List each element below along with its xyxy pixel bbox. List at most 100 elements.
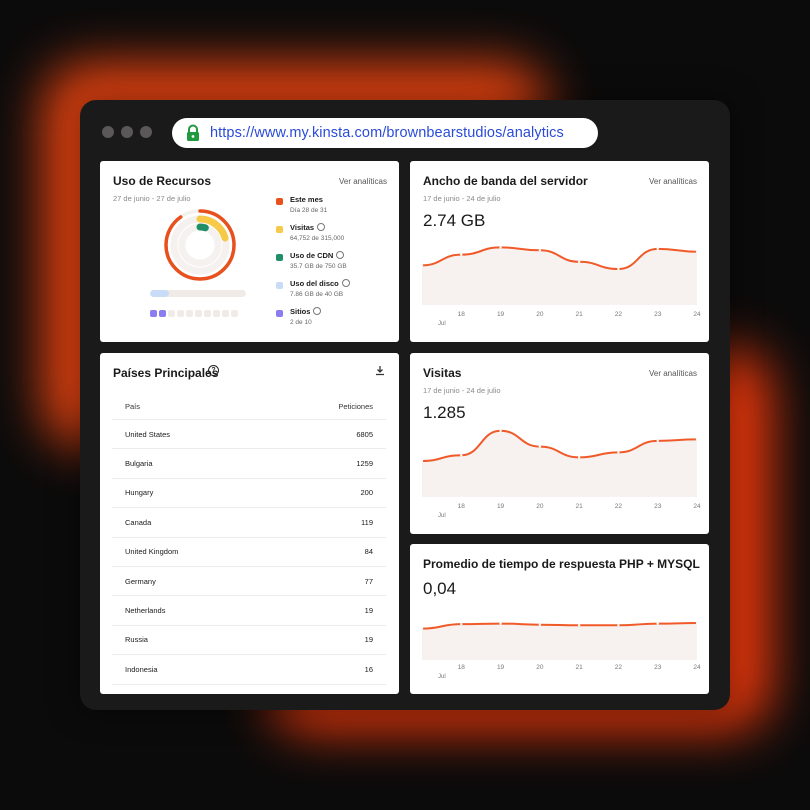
site-slot xyxy=(150,310,157,317)
request-count: 6805 xyxy=(356,429,373,439)
date-range: 17 de junio - 24 de julio xyxy=(423,194,501,203)
x-tick-label: 21 xyxy=(575,503,583,510)
chart-point xyxy=(656,622,659,625)
table-row: Japan7 xyxy=(112,685,386,694)
download-icon[interactable] xyxy=(375,365,385,376)
chart-point xyxy=(460,622,463,626)
countries-card: Países Principales ? País Peticiones Uni… xyxy=(100,353,399,694)
x-tick-label: 18 xyxy=(457,311,465,318)
x-tick-label: 23 xyxy=(654,664,662,671)
chart-point xyxy=(460,253,463,256)
chart-point xyxy=(617,267,620,271)
php-chart xyxy=(422,621,697,660)
bandwidth-chart xyxy=(422,246,697,305)
x-axis-month: Jul xyxy=(438,674,446,680)
card-title: Promedio de tiempo de respuesta PHP + MY… xyxy=(423,557,700,571)
info-icon[interactable] xyxy=(317,223,326,231)
chart-point xyxy=(499,622,502,625)
table-row: Hungary 200 xyxy=(112,479,386,509)
help-icon[interactable]: ? xyxy=(208,365,219,376)
x-tick-label: 22 xyxy=(614,311,623,318)
table-row: Germany 77 xyxy=(112,567,386,597)
chart-point xyxy=(617,624,620,627)
site-slot xyxy=(222,310,229,317)
php-response-card: Promedio de tiempo de respuesta PHP + MY… xyxy=(410,544,709,694)
bandwidth-card: Ancho de banda del servidor Ver analític… xyxy=(410,161,709,342)
request-count: 77 xyxy=(364,576,373,586)
country-name: United States xyxy=(125,429,171,439)
chart-point xyxy=(577,624,581,627)
chart-point xyxy=(577,260,581,263)
view-analytics-link[interactable]: Ver analíticas xyxy=(339,177,387,186)
sites-usage xyxy=(150,310,238,317)
card-title: Visitas xyxy=(423,366,462,380)
address-bar[interactable]: https://www.my.kinsta.com/brownbearstudi… xyxy=(172,118,598,148)
chart-point xyxy=(538,249,542,252)
x-tick-label: 21 xyxy=(575,311,583,318)
country-name: Netherlands xyxy=(125,606,166,616)
x-tick-label: 20 xyxy=(536,503,544,510)
country-name: Russia xyxy=(125,635,148,645)
date-range: 27 de junio - 27 de julio xyxy=(113,194,191,203)
site-slot xyxy=(195,310,202,317)
info-icon[interactable] xyxy=(336,251,345,259)
legend-value: Día 28 de 31 xyxy=(290,207,328,214)
maximize-dot[interactable] xyxy=(140,126,152,138)
card-title: Ancho de banda del servidor xyxy=(423,174,588,188)
view-analytics-link[interactable]: Ver analíticas xyxy=(649,369,697,378)
legend-name: Uso del disco xyxy=(290,279,339,288)
site-slot xyxy=(213,310,220,317)
url-text: https://www.my.kinsta.com/brownbearstudi… xyxy=(210,125,564,141)
request-count: 1259 xyxy=(356,459,373,469)
card-title: Países Principales xyxy=(113,366,219,380)
site-slot xyxy=(204,310,211,317)
chart-point xyxy=(617,451,620,454)
legend-name: Uso de CDN xyxy=(290,251,334,260)
x-tick-label: 22 xyxy=(614,503,623,510)
info-icon[interactable] xyxy=(341,279,350,287)
legend-value: 35.7 GB de 750 GB xyxy=(290,263,347,270)
x-tick-label: 21 xyxy=(575,664,583,671)
country-name: United Kingdom xyxy=(125,547,179,557)
legend-name: Visitas xyxy=(290,223,315,232)
legend-name: Este mes xyxy=(290,195,323,204)
x-axis-month: Jul xyxy=(438,321,446,327)
x-axis: 18 19 20 21 22 23 24 xyxy=(422,664,701,674)
x-tick-label: 20 xyxy=(536,311,544,318)
chart-point xyxy=(460,454,463,457)
table-row: Indonesia 16 xyxy=(112,655,386,685)
table-row: United Kingdom 84 xyxy=(112,538,386,567)
x-tick-label: 23 xyxy=(654,503,662,510)
x-tick-label: 24 xyxy=(693,664,701,671)
countries-table: País Peticiones United States 6805 Bulgari… xyxy=(112,393,386,694)
chart-point xyxy=(577,456,581,459)
col-country: País xyxy=(125,401,141,411)
chart-point xyxy=(538,623,542,626)
x-tick-label: 19 xyxy=(496,664,505,671)
chart-point xyxy=(538,445,542,448)
site-slot xyxy=(177,310,184,317)
country-name: Germany xyxy=(125,576,156,586)
site-slot xyxy=(168,310,175,317)
request-count: 19 xyxy=(364,635,373,645)
request-count: 200 xyxy=(360,488,373,498)
legend-value: 64,752 de 315,000 xyxy=(290,235,345,242)
close-dot[interactable] xyxy=(102,126,114,138)
table-row: Bulgaria 1259 xyxy=(112,449,386,479)
date-range: 17 de junio - 24 de julio xyxy=(423,386,501,395)
browser-window: https://www.my.kinsta.com/brownbearstudi… xyxy=(80,100,730,710)
chart-point xyxy=(499,429,502,432)
x-tick-label: 18 xyxy=(457,503,465,510)
chart-point xyxy=(499,246,502,249)
view-analytics-link[interactable]: Ver analíticas xyxy=(649,177,697,186)
minimize-dot[interactable] xyxy=(121,126,133,138)
card-title: Uso de Recursos xyxy=(113,174,212,188)
x-tick-label: 23 xyxy=(654,311,662,318)
resource-rings xyxy=(164,209,236,281)
info-icon[interactable] xyxy=(313,307,322,315)
request-count: 119 xyxy=(361,517,373,527)
x-tick-label: 24 xyxy=(693,503,701,510)
lock-icon xyxy=(187,124,199,141)
chart-point xyxy=(656,247,659,251)
request-count: 84 xyxy=(364,547,373,557)
